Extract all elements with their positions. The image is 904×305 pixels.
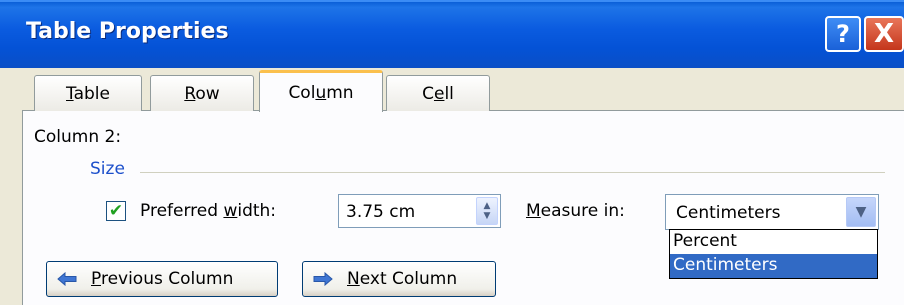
arrow-left-icon (57, 272, 77, 286)
tab-cell[interactable]: Cell (386, 75, 490, 111)
next-column-label: Next Column (347, 269, 458, 289)
size-group-label: Size (90, 159, 125, 179)
preferred-width-label: Preferred width: (140, 201, 277, 221)
checkmark-icon: ✔ (108, 200, 124, 221)
preferred-width-checkbox[interactable]: ✔ (106, 201, 126, 221)
chevron-down-icon[interactable]: ▼ (846, 197, 876, 227)
arrow-right-icon (313, 272, 333, 286)
column-number-label: Column 2: (34, 127, 122, 147)
tab-label: Table (66, 83, 110, 104)
measure-in-label: Measure in: (526, 201, 625, 221)
dropdown-option-percent[interactable]: Percent (670, 230, 877, 254)
measure-in-selected-value: Centimeters (676, 203, 781, 223)
tab-table[interactable]: Table (34, 75, 142, 111)
window-title: Table Properties (26, 19, 229, 44)
group-divider (140, 172, 885, 173)
previous-column-label: Previous Column (91, 269, 234, 289)
close-button[interactable]: X (864, 16, 904, 52)
measure-in-dropdown-list: Percent Centimeters (669, 229, 878, 279)
tab-label: Row (184, 83, 220, 104)
measure-in-select[interactable]: Centimeters ▼ (665, 194, 879, 230)
tab-column[interactable]: Column (259, 70, 383, 112)
help-icon: ? (836, 20, 850, 48)
up-down-spinner-icon[interactable]: ▲ ▼ (476, 197, 498, 225)
dropdown-option-centimeters[interactable]: Centimeters (670, 254, 877, 278)
previous-column-button[interactable]: Previous Column (46, 261, 278, 297)
tab-row[interactable]: Row (150, 75, 254, 111)
tab-label: Column (288, 82, 354, 103)
next-column-button[interactable]: Next Column (302, 261, 496, 297)
preferred-width-value: 3.75 cm (346, 202, 416, 222)
preferred-width-input[interactable]: 3.75 cm ▲ ▼ (338, 194, 501, 228)
tab-label: Cell (422, 83, 454, 104)
help-button[interactable]: ? (825, 16, 861, 52)
title-bar[interactable]: Table Properties ? X (0, 0, 904, 68)
close-icon: X (873, 19, 895, 49)
